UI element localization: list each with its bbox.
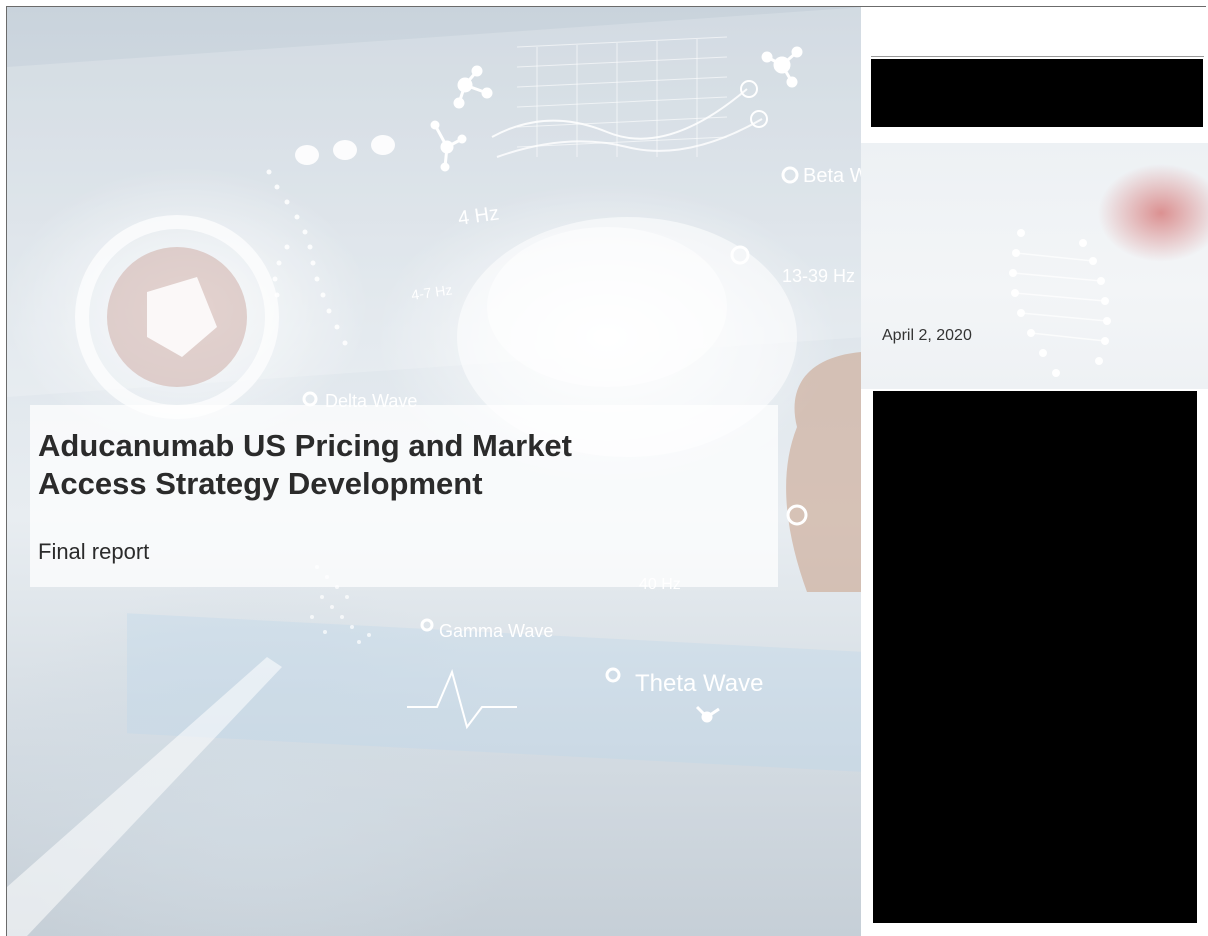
beta-wave-label: Beta Wave xyxy=(803,165,861,187)
gamma-wave-label: Gamma Wave xyxy=(439,621,553,641)
theta-wave-label: Theta Wave xyxy=(635,670,764,697)
side-background-image xyxy=(861,143,1208,389)
report-subtitle: Final report xyxy=(38,539,150,564)
report-title-line-1: Aducanumab US Pricing and Market xyxy=(38,428,572,463)
logo-divider xyxy=(871,56,1204,57)
freq-13-39-label: 13-39 Hz xyxy=(782,266,855,286)
redacted-logo-block xyxy=(871,59,1203,127)
redacted-details-block xyxy=(873,391,1197,923)
title-panel: Aducanumab US Pricing and Market Access … xyxy=(30,405,778,587)
report-date: April 2, 2020 xyxy=(882,327,972,344)
dna-illustration xyxy=(1009,229,1111,377)
report-title: Aducanumab US Pricing and Market Access … xyxy=(38,427,758,503)
report-title-line-2: Access Strategy Development xyxy=(38,466,483,501)
